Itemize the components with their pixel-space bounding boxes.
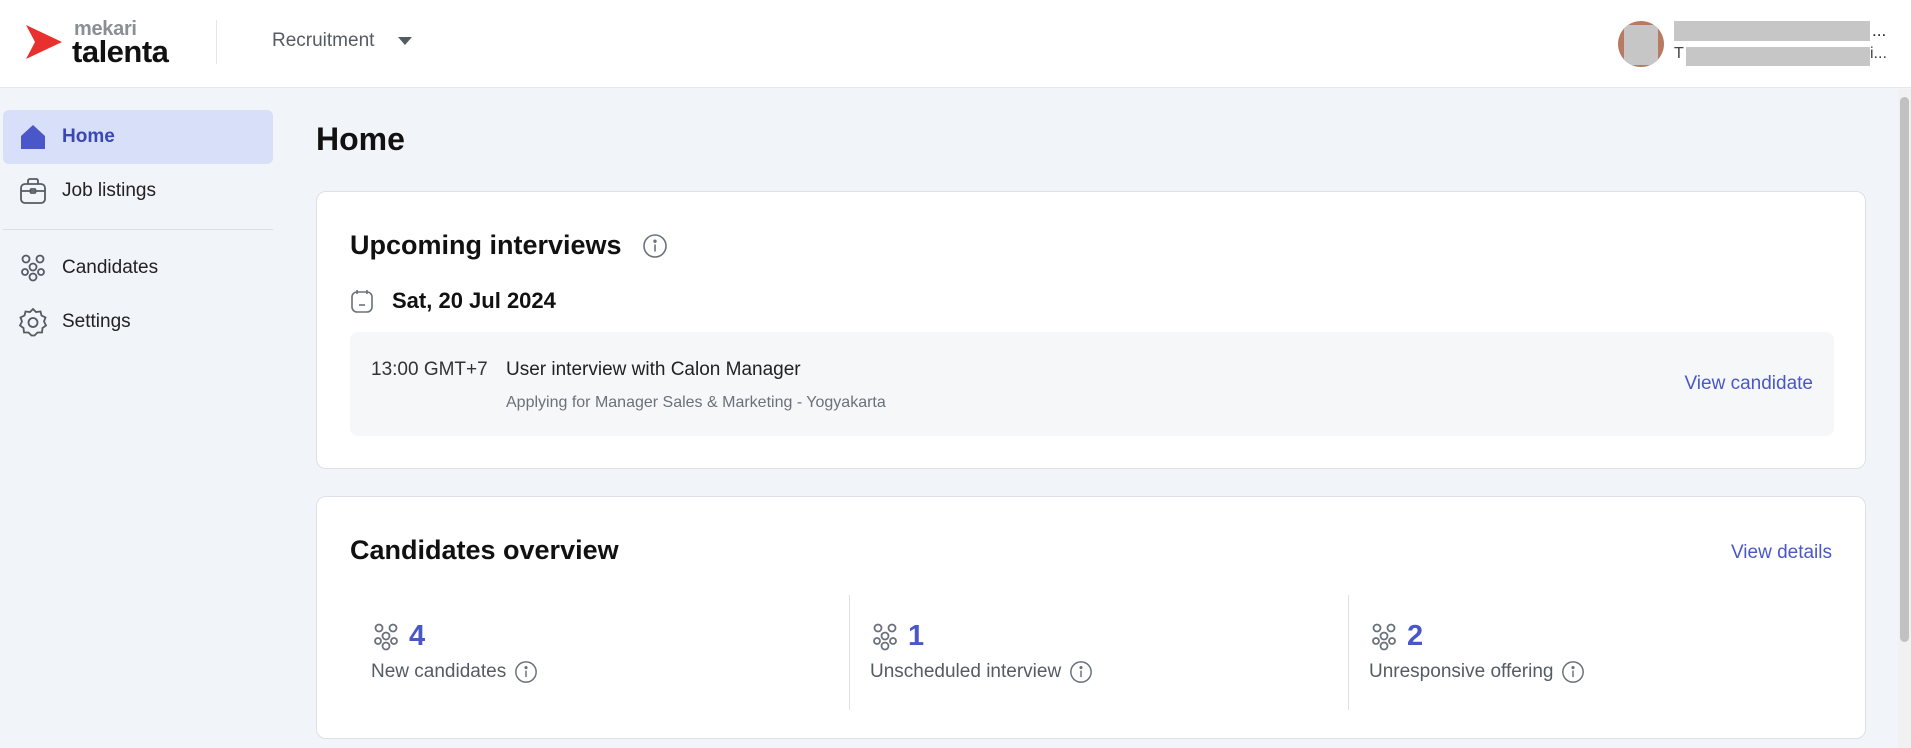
stat-value: 1 bbox=[908, 620, 925, 652]
header-divider bbox=[216, 20, 217, 64]
calendar-icon bbox=[351, 290, 373, 313]
sidebar-item-job-listings[interactable]: Job listings bbox=[3, 164, 273, 218]
interview-date-row: Sat, 20 Jul 2024 bbox=[350, 288, 556, 314]
stat-value: 2 bbox=[1407, 620, 1424, 652]
home-icon bbox=[17, 121, 49, 153]
stat-label: Unresponsive offering bbox=[1369, 661, 1554, 682]
interview-title: User interview with Calon Manager bbox=[506, 359, 801, 380]
page-title: Home bbox=[316, 121, 405, 157]
info-icon[interactable] bbox=[1561, 660, 1585, 684]
people-icon bbox=[374, 623, 398, 650]
overview-stats: 4 New candidates 1 Unscheduled interview… bbox=[350, 595, 1834, 710]
avatar-redaction bbox=[1624, 25, 1658, 65]
interview-position: Applying for Manager Sales & Marketing -… bbox=[506, 394, 886, 411]
scrollbar-thumb[interactable] bbox=[1900, 97, 1909, 642]
card-title: Upcoming interviews bbox=[350, 230, 622, 260]
top-bar: mekari talenta Recruitment ... T i... bbox=[0, 0, 1911, 88]
brand-logo[interactable]: mekari talenta bbox=[22, 18, 192, 69]
view-details-link[interactable]: View details bbox=[1731, 542, 1832, 564]
info-icon[interactable] bbox=[514, 660, 538, 684]
gear-icon bbox=[17, 306, 49, 338]
user-name-redaction bbox=[1674, 21, 1870, 41]
interview-item: 13:00 GMT+7 User interview with Calon Ma… bbox=[350, 332, 1834, 436]
user-name-ellipsis: ... bbox=[1872, 21, 1887, 40]
briefcase-icon bbox=[17, 175, 49, 207]
stat-unscheduled-interview[interactable]: 1 Unscheduled interview bbox=[849, 595, 1348, 710]
user-role-ellipsis: i... bbox=[1870, 45, 1887, 62]
stat-unresponsive-offering[interactable]: 2 Unresponsive offering bbox=[1348, 595, 1847, 710]
module-switcher[interactable]: Recruitment bbox=[272, 26, 414, 56]
people-icon bbox=[873, 623, 897, 650]
candidates-overview-card: Candidates overview View details 4 New c… bbox=[316, 496, 1866, 739]
sidebar-item-label: Home bbox=[62, 126, 115, 147]
user-role-initial: T bbox=[1674, 45, 1684, 62]
sidebar-item-label: Job listings bbox=[62, 180, 156, 201]
module-label: Recruitment bbox=[272, 30, 375, 51]
sidebar-item-label: Candidates bbox=[62, 257, 159, 278]
stat-label: New candidates bbox=[371, 661, 507, 682]
info-icon[interactable] bbox=[1069, 660, 1093, 684]
main-content: Home Upcoming interviews Sat, 20 Jul 202… bbox=[316, 89, 1866, 748]
brand-name-big: talenta bbox=[72, 34, 169, 69]
people-icon bbox=[1372, 623, 1396, 650]
interview-time: 13:00 GMT+7 bbox=[371, 359, 488, 380]
stat-value: 4 bbox=[409, 620, 426, 652]
stat-label: Unscheduled interview bbox=[870, 661, 1062, 682]
upcoming-interviews-card: Upcoming interviews Sat, 20 Jul 2024 13:… bbox=[316, 191, 1866, 469]
sidebar-item-label: Settings bbox=[62, 311, 131, 332]
sidebar: Home Job listings Candidates Settings bbox=[0, 89, 281, 748]
sidebar-divider bbox=[3, 229, 273, 230]
card-title: Candidates overview bbox=[350, 535, 619, 565]
view-candidate-link[interactable]: View candidate bbox=[1684, 373, 1813, 395]
user-menu[interactable]: ... T i... bbox=[1618, 19, 1898, 69]
people-icon bbox=[17, 252, 49, 284]
interview-date: Sat, 20 Jul 2024 bbox=[392, 288, 556, 313]
sidebar-item-settings[interactable]: Settings bbox=[3, 295, 273, 349]
logo-mark-icon bbox=[26, 25, 62, 59]
sidebar-item-candidates[interactable]: Candidates bbox=[3, 241, 273, 295]
avatar[interactable] bbox=[1618, 21, 1664, 67]
sidebar-item-home[interactable]: Home bbox=[3, 110, 273, 164]
user-role-redaction bbox=[1686, 47, 1870, 66]
page-scrollbar[interactable] bbox=[1898, 89, 1911, 748]
stat-new-candidates[interactable]: 4 New candidates bbox=[350, 595, 849, 710]
info-icon[interactable] bbox=[642, 233, 668, 259]
caret-down-icon bbox=[398, 37, 413, 45]
